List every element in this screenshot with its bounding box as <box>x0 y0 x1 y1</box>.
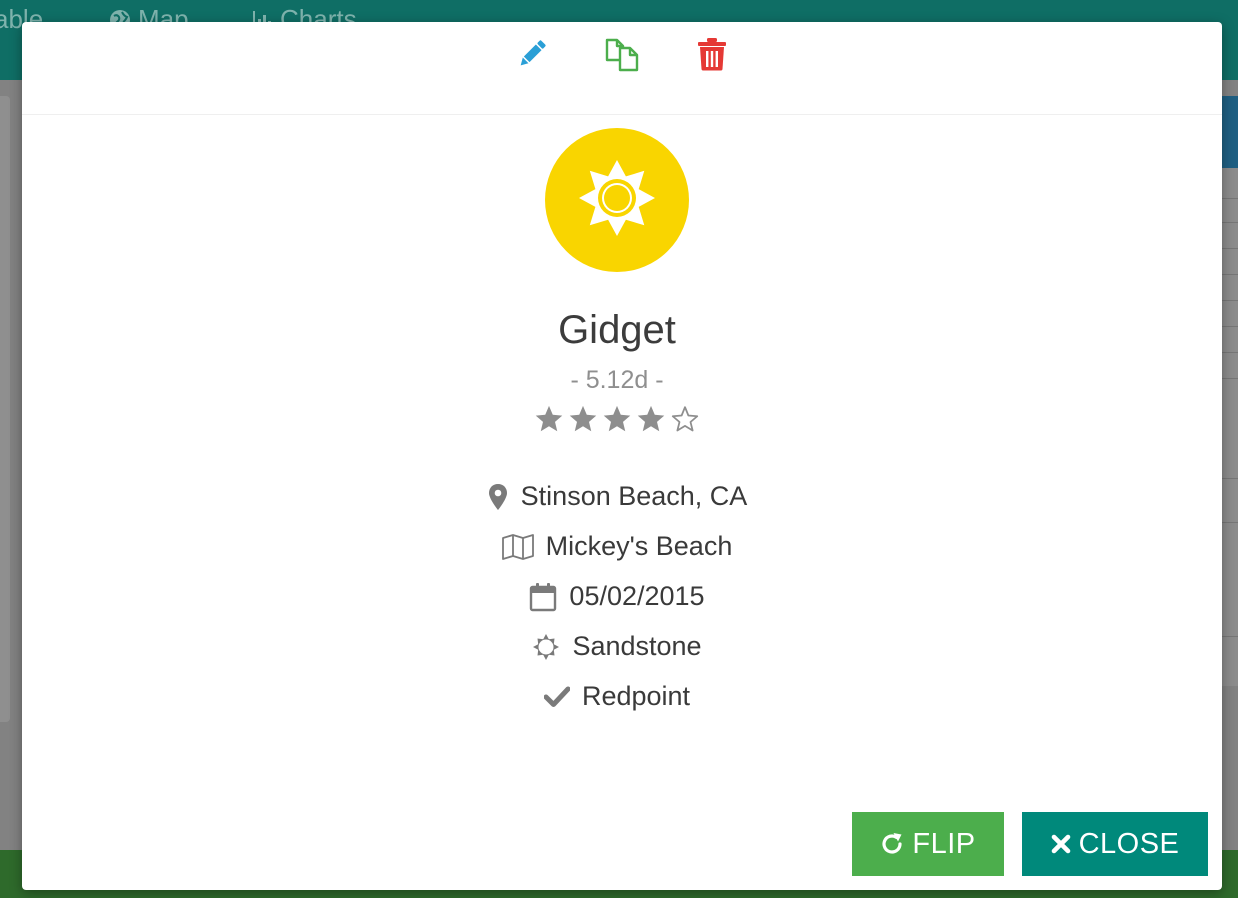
rock-type-row: Sandstone <box>22 631 1212 662</box>
background-row-divider <box>1222 478 1238 479</box>
check-icon <box>543 686 570 708</box>
background-tab <box>1222 96 1238 168</box>
route-name: Gidget <box>558 308 676 352</box>
star-empty-icon <box>670 404 700 436</box>
background-row-divider <box>1222 522 1238 523</box>
rock-type-avatar <box>545 128 689 272</box>
star-filled-icon <box>568 404 598 436</box>
star-filled-icon <box>534 404 564 436</box>
route-grade: - 5.12d - <box>570 366 664 394</box>
trash-icon <box>696 37 728 76</box>
map-icon <box>501 533 534 560</box>
route-detail-modal: Gidget - 5.12d - Stinson Beach, CA Micke… <box>22 22 1222 890</box>
location-text: Stinson Beach, CA <box>520 481 748 511</box>
area-text: Mickey's Beach <box>545 531 733 561</box>
location-row: Stinson Beach, CA <box>22 481 1212 512</box>
edit-button[interactable] <box>512 36 552 76</box>
refresh-icon <box>880 832 904 856</box>
close-button-label: CLOSE <box>1078 827 1180 860</box>
flip-button[interactable]: FLIP <box>852 812 1004 876</box>
date-text: 05/02/2015 <box>569 581 705 611</box>
background-table <box>1222 96 1238 686</box>
area-row: Mickey's Beach <box>22 531 1212 562</box>
style-text: Redpoint <box>581 681 691 711</box>
star-filled-icon <box>602 404 632 436</box>
calendar-icon <box>529 582 557 612</box>
background-row-divider <box>1222 248 1238 249</box>
star-filled-icon <box>636 404 666 436</box>
sun-outline-icon <box>532 633 560 661</box>
background-row-divider <box>1222 300 1238 301</box>
background-panel <box>0 96 10 722</box>
style-row: Redpoint <box>22 681 1212 712</box>
close-icon <box>1051 834 1071 854</box>
flip-button-label: FLIP <box>912 827 976 860</box>
date-row: 05/02/2015 <box>22 581 1212 612</box>
background-row-divider <box>1222 636 1238 637</box>
copy-button[interactable] <box>602 36 642 76</box>
pencil-icon <box>514 36 550 77</box>
map-marker-icon <box>487 483 509 511</box>
background-row-divider <box>1222 274 1238 275</box>
sun-icon <box>572 153 662 248</box>
background-row-divider <box>1222 326 1238 327</box>
copy-icon <box>603 35 641 78</box>
rock-type-text: Sandstone <box>572 631 702 661</box>
star-rating <box>534 404 700 436</box>
modal-header <box>22 22 1222 115</box>
background-row-divider <box>1222 222 1238 223</box>
close-button[interactable]: CLOSE <box>1022 812 1208 876</box>
delete-button[interactable] <box>692 36 732 76</box>
background-row-divider <box>1222 198 1238 199</box>
background-row-divider <box>1222 378 1238 379</box>
background-row-divider <box>1222 352 1238 353</box>
